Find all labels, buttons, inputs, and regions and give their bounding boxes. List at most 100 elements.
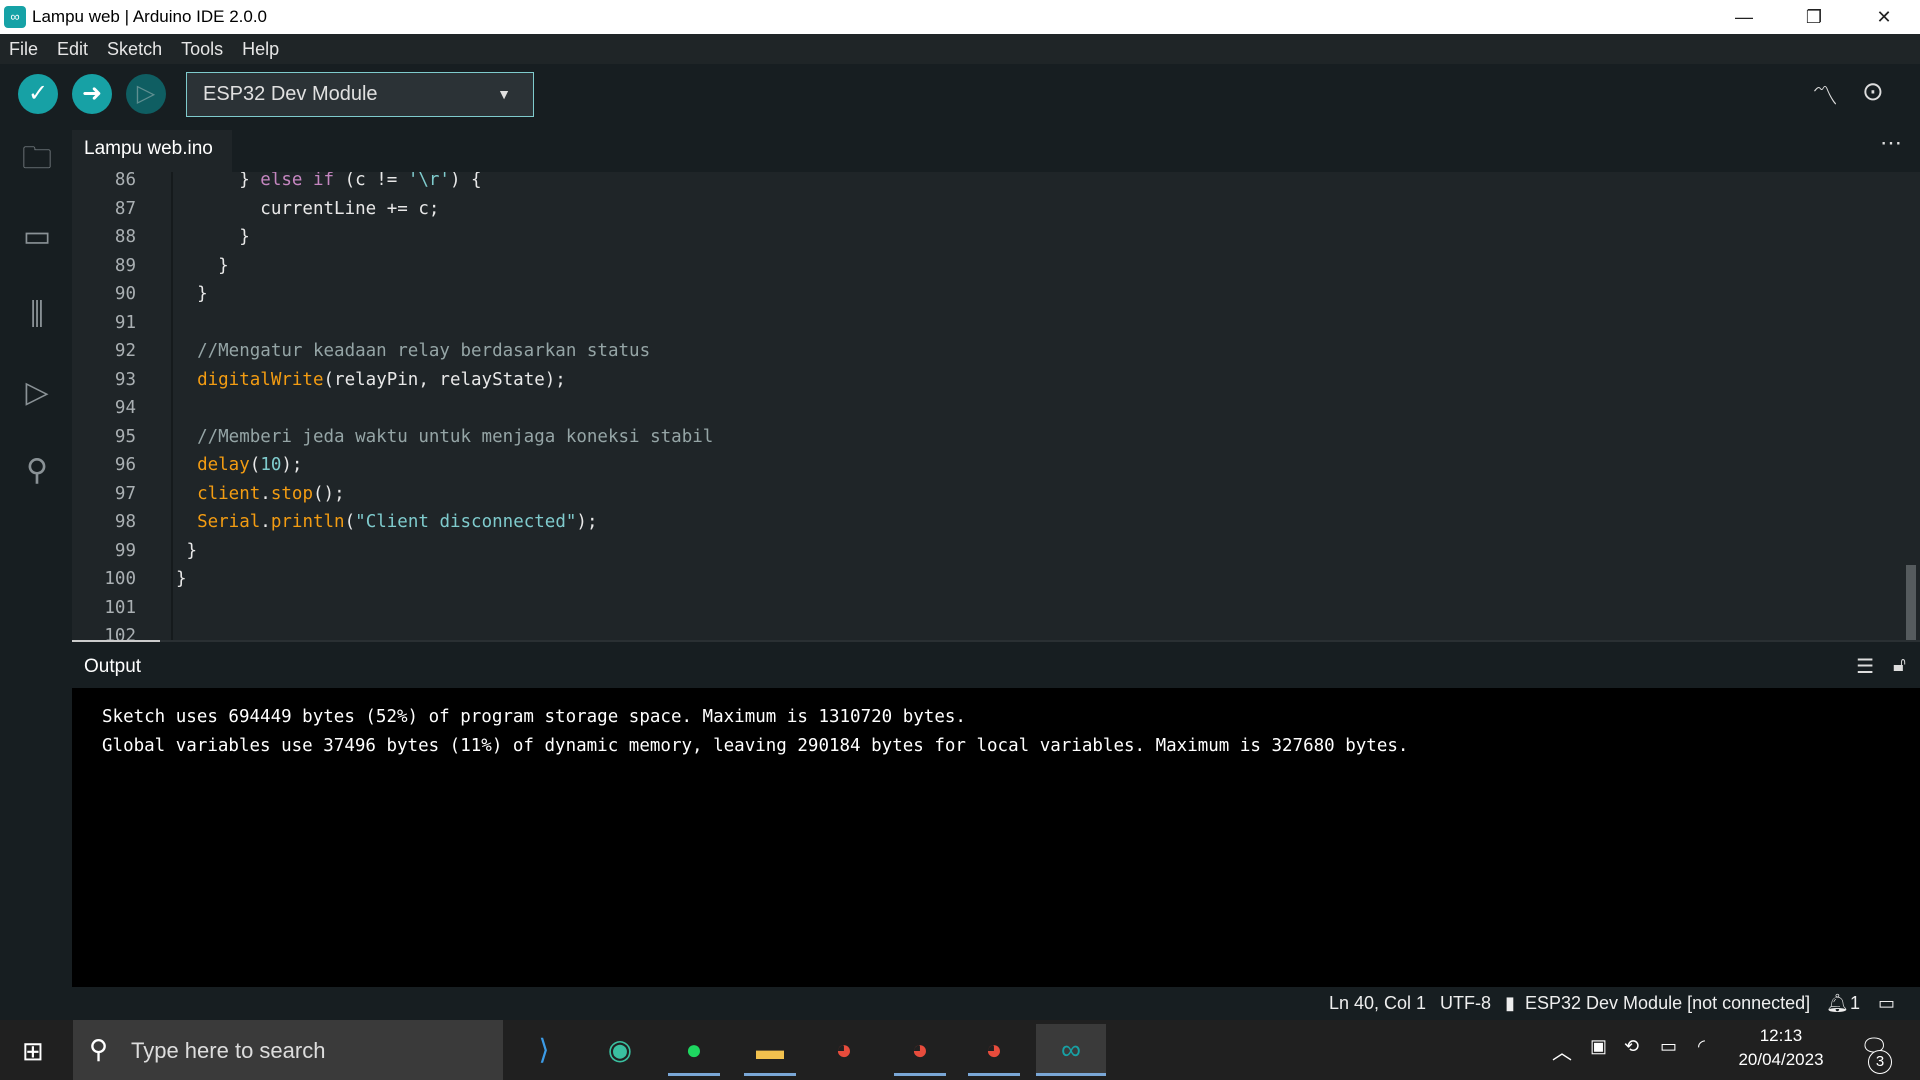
- code-token: client: [197, 483, 261, 504]
- code-line: currentLine += c;: [176, 198, 440, 219]
- clock[interactable]: 12:13 20/04/2023: [1738, 1026, 1824, 1070]
- clear-output-icon[interactable]: ☰: [1856, 654, 1874, 679]
- code-token: digitalWrite: [197, 369, 324, 390]
- encoding[interactable]: UTF-8: [1440, 993, 1491, 1014]
- code-token: 10: [260, 455, 282, 475]
- status-board[interactable]: ESP32 Dev Module [not connected]: [1525, 993, 1810, 1014]
- line-number: 86: [114, 172, 136, 190]
- line-number: 99: [114, 540, 136, 561]
- output-line: Sketch uses 694449 bytes (52%) of progra…: [102, 707, 966, 727]
- cursor-position[interactable]: Ln 40, Col 1: [1329, 993, 1426, 1014]
- spotify-icon[interactable]: ●: [668, 1024, 720, 1076]
- debug-button[interactable]: ▷: [126, 74, 166, 114]
- tray-chevron-icon[interactable]: ︿: [1552, 1036, 1572, 1065]
- taskbar-search[interactable]: ⚲ Type here to search: [73, 1020, 503, 1080]
- battery-icon[interactable]: ▭: [1660, 1036, 1677, 1057]
- code-token: (: [344, 512, 356, 532]
- line-number: 87: [114, 198, 136, 219]
- line-number: 90: [114, 284, 136, 304]
- lock-scroll-icon[interactable]: 🔓︎: [1893, 654, 1906, 677]
- debug-icon[interactable]: ▷: [18, 374, 56, 412]
- menu-edit[interactable]: Edit: [57, 39, 88, 60]
- library-icon[interactable]: ⫼: [18, 296, 56, 334]
- line-number: 100: [104, 569, 136, 589]
- serial-plotter-icon[interactable]: 〽: [1812, 76, 1838, 113]
- output-header: Output ☰ 🔓︎: [72, 640, 1920, 688]
- search-icon: ⚲: [89, 1034, 109, 1064]
- code-line: } else if (c != '\r') {: [176, 172, 482, 190]
- code-token: "Client disconnected": [355, 512, 577, 532]
- output-title: Output: [84, 656, 142, 677]
- camera-icon[interactable]: ▣: [1590, 1036, 1607, 1057]
- serial-monitor-icon[interactable]: ⊙: [1862, 76, 1884, 107]
- panel-toggle-icon[interactable]: ▭: [1878, 993, 1895, 1014]
- menu-bar: File Edit Sketch Tools Help: [0, 34, 1920, 64]
- line-number: 95: [114, 426, 136, 447]
- menu-sketch[interactable]: Sketch: [107, 39, 162, 60]
- sync-icon[interactable]: ⟲: [1624, 1036, 1639, 1057]
- tab-label: Lampu web.ino: [84, 138, 213, 159]
- code-line: }: [176, 540, 198, 561]
- code-line: //Memberi jeda waktu untuk menjaga konek…: [176, 426, 714, 447]
- code-line: }: [176, 569, 187, 589]
- chrome-profile-icon[interactable]: ◕: [894, 1024, 946, 1076]
- line-number: 96: [114, 455, 136, 475]
- chrome-profile-2-icon[interactable]: ◕: [968, 1024, 1020, 1076]
- vscode-icon[interactable]: ⟩: [518, 1024, 570, 1076]
- arduino-taskbar-icon[interactable]: ∞: [1036, 1024, 1106, 1076]
- action-center-badge: 3: [1868, 1050, 1892, 1074]
- upload-button[interactable]: ➜: [72, 74, 112, 114]
- chrome-icon[interactable]: ◕: [818, 1024, 870, 1076]
- close-button[interactable]: ✕: [1854, 0, 1914, 34]
- search-icon[interactable]: ⚲: [18, 452, 56, 490]
- date: 20/04/2023: [1738, 1050, 1824, 1069]
- title-bar: ∞ Lampu web | Arduino IDE 2.0.0 — ❐ ✕: [0, 0, 1920, 34]
- output-console: Sketch uses 694449 bytes (52%) of progra…: [72, 688, 1920, 987]
- tab-bar: ⋯: [72, 118, 1920, 172]
- code-token: );: [576, 512, 598, 532]
- status-bar: Ln 40, Col 1 UTF-8 ▮ ESP32 Dev Module [n…: [0, 987, 1920, 1020]
- wifi-icon[interactable]: ◜: [1698, 1036, 1705, 1057]
- code-token: stop: [270, 483, 313, 504]
- edge-icon[interactable]: ◉: [594, 1024, 646, 1076]
- gutter-divider: [171, 172, 173, 640]
- verify-button[interactable]: ✓: [18, 74, 58, 114]
- menu-help[interactable]: Help: [242, 39, 279, 60]
- panel-divider: [72, 640, 160, 642]
- code-token: .: [260, 512, 271, 532]
- code-line: }: [176, 227, 250, 247]
- code-editor[interactable]: 86 } else if (c != '\r') { 87 currentLine…: [72, 172, 1920, 640]
- board-selector[interactable]: ESP32 Dev Module ▼: [186, 72, 534, 117]
- boards-manager-icon[interactable]: ▭: [18, 218, 56, 256]
- file-explorer-icon[interactable]: ▬: [744, 1024, 796, 1076]
- code-token: (: [249, 455, 261, 475]
- code-token: delay: [197, 455, 250, 475]
- menu-tools[interactable]: Tools: [181, 39, 223, 60]
- editor-scrollbar[interactable]: [1906, 565, 1916, 640]
- tab-lampu-web[interactable]: Lampu web.ino: [72, 130, 232, 172]
- code-token: .: [260, 483, 271, 504]
- folder-icon[interactable]: 🗀: [18, 140, 56, 178]
- search-placeholder: Type here to search: [131, 1038, 326, 1063]
- restore-button[interactable]: ❐: [1784, 0, 1844, 34]
- more-icon[interactable]: ⋯: [1880, 130, 1902, 156]
- code-line: //Mengatur keadaan relay berdasarkan sta…: [176, 341, 651, 361]
- line-number: 89: [114, 255, 136, 276]
- code-token: ();: [313, 483, 345, 504]
- line-number: 101: [104, 597, 136, 618]
- code-token: (relayPin, relayState);: [323, 369, 566, 390]
- code-line: }: [176, 284, 208, 304]
- line-number: 102: [104, 626, 136, 640]
- windows-start-icon[interactable]: ⊞: [22, 1036, 44, 1067]
- code-line: }: [176, 255, 229, 276]
- menu-file[interactable]: File: [9, 39, 38, 60]
- bell-icon[interactable]: 🔔︎: [1826, 993, 1849, 1014]
- line-number: 97: [114, 483, 136, 504]
- line-number: 92: [114, 341, 136, 361]
- minimize-button[interactable]: —: [1714, 0, 1774, 34]
- time: 12:13: [1759, 1026, 1803, 1045]
- line-number: 91: [114, 312, 136, 333]
- chevron-down-icon: ▼: [497, 86, 511, 102]
